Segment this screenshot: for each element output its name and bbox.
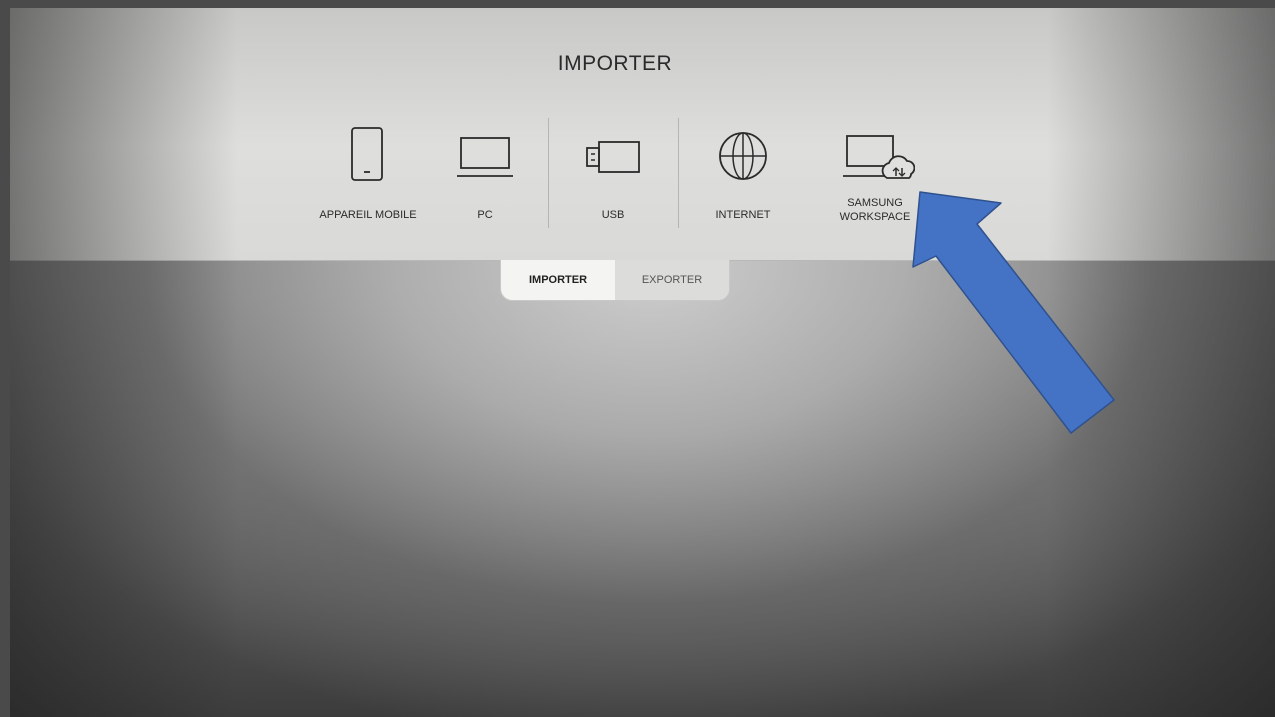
annotation-arrow [912,191,1115,434]
arrow-shape [912,191,1115,434]
